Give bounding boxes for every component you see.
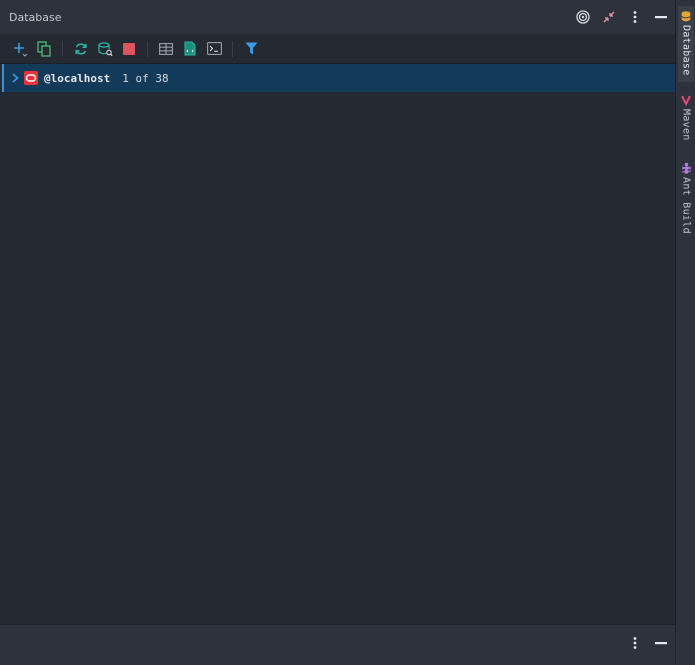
more-options-icon[interactable]	[627, 9, 643, 25]
collapse-icon[interactable]	[601, 9, 617, 25]
side-tab-label: Ant Build	[680, 177, 692, 234]
bottom-bar	[0, 624, 675, 665]
tree-row-localhost[interactable]: @localhost 1 of 38	[2, 64, 675, 92]
toolbar-separator	[147, 40, 148, 57]
side-tab-maven[interactable]: Maven	[678, 94, 694, 141]
right-tool-strip: Database Maven Ant Build	[675, 0, 695, 665]
maven-icon	[680, 94, 692, 106]
database-tree[interactable]: @localhost 1 of 38	[0, 64, 675, 624]
minimize-icon[interactable]	[653, 635, 669, 651]
target-icon[interactable]	[575, 9, 591, 25]
bottom-actions	[627, 635, 669, 651]
side-tab-ant-build[interactable]: Ant Build	[678, 162, 694, 234]
edit-source-icon[interactable]	[181, 40, 199, 58]
refresh-icon[interactable]	[72, 40, 90, 58]
side-tab-label: Database	[680, 25, 692, 76]
side-tab-database[interactable]: Database	[678, 6, 694, 82]
connection-name: @localhost	[44, 71, 111, 85]
minimize-icon[interactable]	[653, 9, 669, 25]
schema-count: 1 of 38	[122, 71, 169, 85]
more-options-icon[interactable]	[627, 635, 643, 651]
duplicate-icon[interactable]	[35, 40, 53, 58]
tool-window-header: Database	[0, 0, 675, 34]
chevron-right-icon[interactable]	[8, 73, 22, 83]
schema-search-icon[interactable]	[96, 40, 114, 58]
ant-icon	[680, 162, 692, 174]
table-icon[interactable]	[157, 40, 175, 58]
database-icon	[680, 10, 692, 22]
toolbar-separator	[62, 40, 63, 57]
toolbar-separator	[232, 40, 233, 57]
stop-icon[interactable]	[120, 40, 138, 58]
side-tab-label: Maven	[680, 109, 692, 141]
database-tool-window: Database @localhost 1 of 38	[0, 0, 675, 665]
database-toolbar	[0, 34, 675, 64]
filter-icon[interactable]	[242, 40, 260, 58]
oracle-db-icon	[24, 71, 38, 85]
header-actions	[575, 0, 669, 34]
add-icon[interactable]	[11, 40, 29, 58]
console-icon[interactable]	[205, 40, 223, 58]
panel-title: Database	[9, 10, 62, 24]
